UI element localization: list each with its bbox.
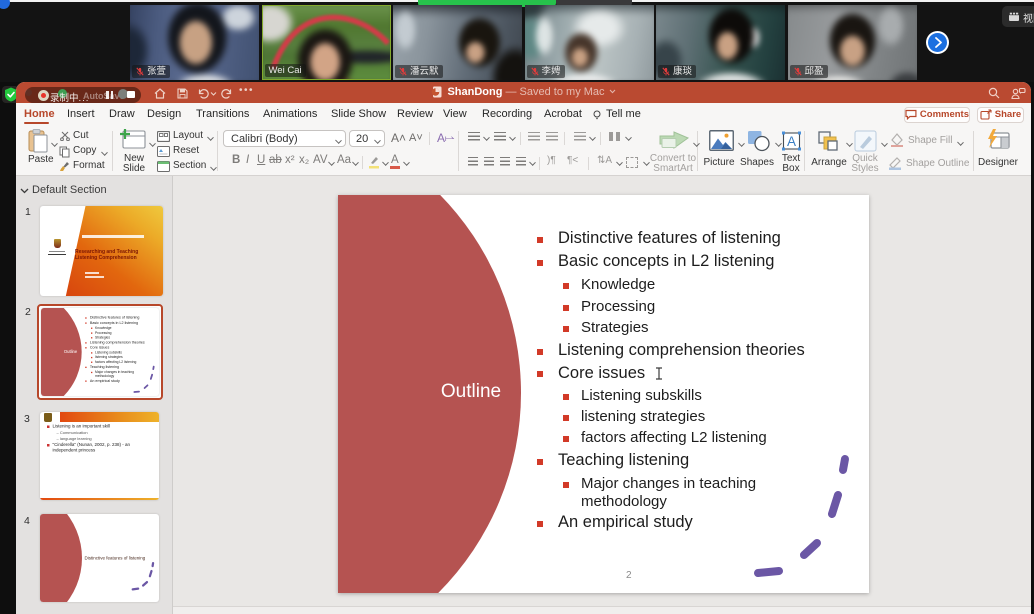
svg-text:A: A [787,134,796,149]
